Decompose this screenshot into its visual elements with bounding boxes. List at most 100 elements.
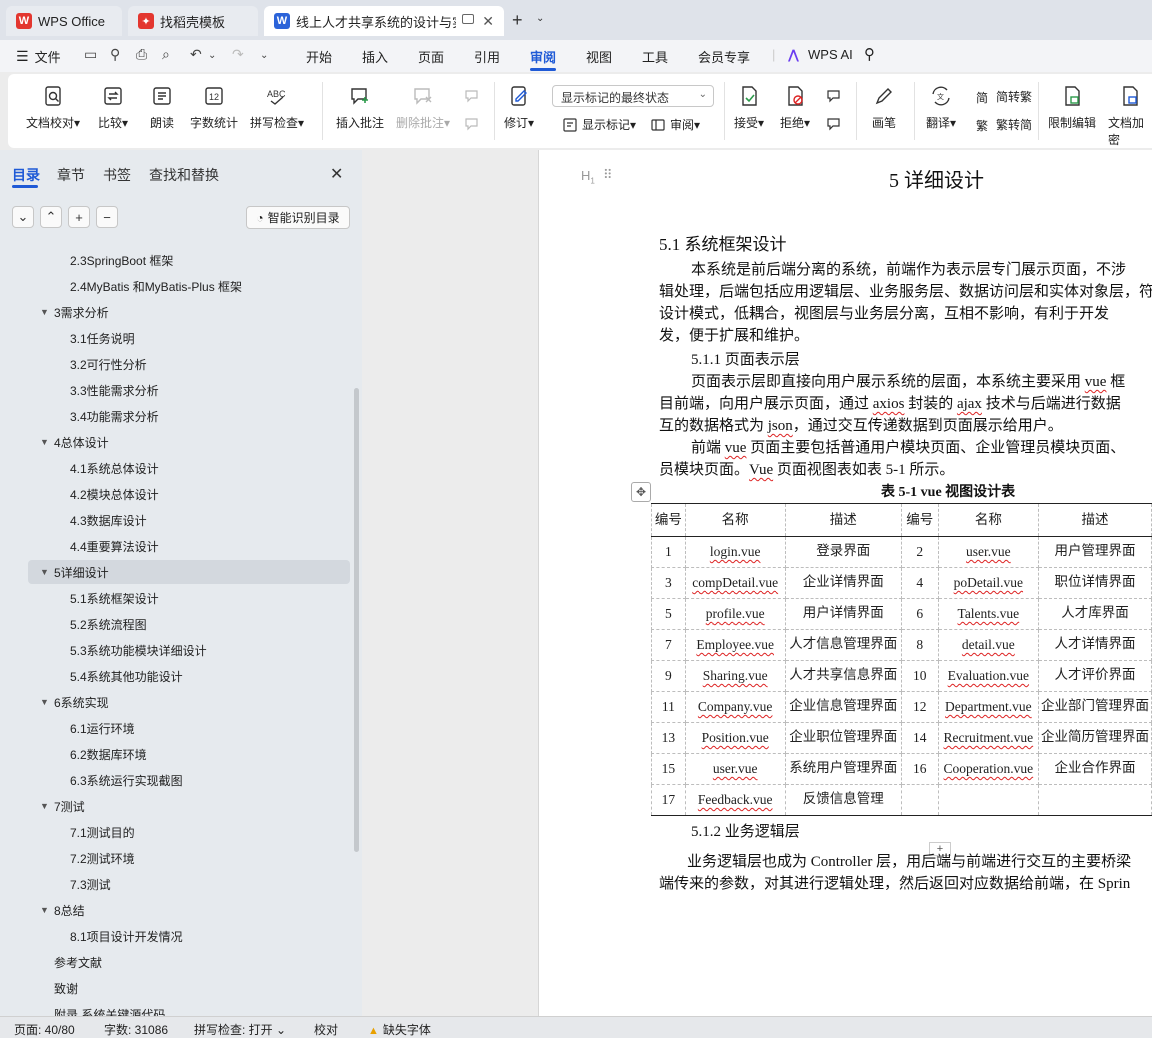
translate-button[interactable]: 文 翻译▾ <box>926 84 956 131</box>
table-cell[interactable]: 10 <box>900 660 939 692</box>
menu-reference[interactable]: 引用 <box>474 47 500 66</box>
table-cell[interactable]: 企业职位管理界面 <box>784 722 902 754</box>
file-menu[interactable]: ☰ 文件 <box>16 47 61 66</box>
to-traditional-button[interactable]: 简 简转繁 <box>976 88 1032 105</box>
nav-tab-chapters[interactable]: 章节 <box>57 165 85 185</box>
new-tab-plus-icon[interactable]: + <box>512 10 523 31</box>
table-move-handle-icon[interactable]: ✥ <box>631 482 651 502</box>
table-cell[interactable]: Position.vue <box>684 722 786 754</box>
remove-heading-icon[interactable]: − <box>96 206 118 228</box>
save-icon[interactable]: ▭ <box>84 46 97 63</box>
menu-page[interactable]: 页面 <box>418 47 444 66</box>
toc-item[interactable]: ▼ 5详细设计 <box>28 560 350 584</box>
table-header-cell[interactable]: 描述 <box>784 503 902 537</box>
table-cell[interactable]: Evaluation.vue <box>937 660 1039 692</box>
table-cell[interactable] <box>1037 784 1152 816</box>
collapse-all-icon[interactable]: ⌄ <box>12 206 34 228</box>
undo-icon[interactable]: ↶ <box>190 46 202 63</box>
table-cell[interactable]: 企业详情界面 <box>784 567 902 599</box>
toc-item[interactable]: 7.1测试目的 <box>0 820 354 844</box>
table-cell[interactable]: Cooperation.vue <box>937 753 1039 785</box>
drag-handle-icon[interactable]: ⠿ <box>603 167 612 183</box>
prev-change-icon[interactable] <box>826 88 846 104</box>
table-cell[interactable]: 14 <box>900 722 939 754</box>
toc-item[interactable]: 4.2模块总体设计 <box>0 482 354 506</box>
expand-up-icon[interactable]: ⌃ <box>40 206 62 228</box>
nav-tab-bookmarks[interactable]: 书签 <box>103 165 131 185</box>
menu-start[interactable]: 开始 <box>306 47 332 66</box>
expand-arrow-icon[interactable]: ▼ <box>40 307 49 317</box>
toc-item[interactable]: 5.2系统流程图 <box>0 612 354 636</box>
toc-item[interactable]: 8.1项目设计开发情况 <box>0 924 354 948</box>
close-icon[interactable]: ✕ <box>482 13 494 30</box>
review-pane-button[interactable]: 审阅 ▾ <box>650 116 700 133</box>
menu-view[interactable]: 视图 <box>586 47 612 66</box>
table-cell[interactable] <box>900 784 939 816</box>
more-dropdown-icon[interactable]: ⌄ <box>260 50 268 61</box>
close-icon[interactable]: ✕ <box>330 164 343 184</box>
menu-member[interactable]: 会员专享 <box>698 47 750 66</box>
reject-button[interactable]: 拒绝▾ <box>780 84 810 131</box>
menu-review[interactable]: 审阅 <box>530 47 556 66</box>
prev-comment-icon[interactable] <box>464 88 484 104</box>
table-cell[interactable]: poDetail.vue <box>937 567 1039 599</box>
table-cell[interactable]: 8 <box>900 629 939 661</box>
table-cell[interactable]: Recruitment.vue <box>937 722 1039 754</box>
smart-toc-button[interactable]: ◔ 智能识别目录 <box>246 206 350 229</box>
next-comment-icon[interactable] <box>464 116 484 132</box>
toc-item[interactable]: 5.3系统功能模块详细设计 <box>0 638 354 662</box>
table-cell[interactable]: 登录界面 <box>784 536 902 568</box>
proofread-indicator[interactable]: 校对 <box>314 1021 338 1038</box>
expand-arrow-icon[interactable]: ▼ <box>40 801 49 811</box>
table-cell[interactable]: 12 <box>900 691 939 723</box>
toc-item[interactable]: 附录 系统关键源代码 <box>0 1002 354 1017</box>
document-page[interactable]: H1 ⠿ 5 详细设计 5.1 系统框架设计 本系统是前后端分离的系统，前端作为… <box>538 150 1152 1016</box>
toc-item[interactable]: 4.3数据库设计 <box>0 508 354 532</box>
toc-item[interactable]: 3.2可行性分析 <box>0 352 354 376</box>
toc-item[interactable]: 3.3性能需求分析 <box>0 378 354 402</box>
table-cell[interactable]: Talents.vue <box>937 598 1039 630</box>
spell-check-button[interactable]: ABC 拼写检查▾ <box>250 84 304 131</box>
menu-insert[interactable]: 插入 <box>362 47 388 66</box>
table-cell[interactable]: Employee.vue <box>684 629 786 661</box>
table-cell[interactable]: 企业简历管理界面 <box>1037 722 1152 754</box>
expand-arrow-icon[interactable]: ▼ <box>40 567 49 577</box>
show-markup-button[interactable]: 显示标记 ▾ <box>562 116 636 133</box>
table-cell[interactable]: 16 <box>900 753 939 785</box>
spell-check-indicator[interactable]: 拼写检查: 打开 ⌄ <box>194 1021 286 1038</box>
table-cell[interactable]: 13 <box>651 722 686 754</box>
table-cell[interactable]: login.vue <box>684 536 786 568</box>
redo-icon[interactable]: ↷ <box>232 46 244 63</box>
toc-item[interactable]: 致谢 <box>0 976 354 1000</box>
read-aloud-button[interactable]: 朗读 <box>150 84 174 131</box>
missing-font-indicator[interactable]: ▲ 缺失字体 <box>368 1021 431 1038</box>
menu-tools[interactable]: 工具 <box>642 47 668 66</box>
table-cell[interactable]: detail.vue <box>937 629 1039 661</box>
vue-view-table[interactable]: 编号 名称 描述 编号 名称 描述 1 login.vue 登录界面 2 user.vue 用户管理界… <box>651 503 1152 816</box>
toc-item[interactable]: ▼ 7测试 <box>0 794 354 818</box>
table-cell[interactable]: 15 <box>651 753 686 785</box>
table-cell[interactable]: 3 <box>651 567 686 599</box>
table-cell[interactable]: profile.vue <box>684 598 786 630</box>
markup-mode-select[interactable]: 显示标记的最终状态 ⌄ <box>552 85 714 107</box>
toc-item[interactable]: 参考文献 <box>0 950 354 974</box>
restrict-edit-button[interactable]: 限制编辑 <box>1048 84 1096 131</box>
tab-docer-templates[interactable]: ✦ 找稻壳模板 <box>128 6 258 36</box>
toc-item[interactable]: ▼ 3需求分析 <box>0 300 354 324</box>
toc-item[interactable]: 7.3测试 <box>0 872 354 896</box>
expand-arrow-icon[interactable]: ▼ <box>40 905 49 915</box>
table-cell[interactable]: 17 <box>651 784 686 816</box>
table-cell[interactable]: 用户详情界面 <box>784 598 902 630</box>
table-cell[interactable]: 企业部门管理界面 <box>1037 691 1152 723</box>
table-cell[interactable]: Sharing.vue <box>684 660 786 692</box>
table-cell[interactable]: compDetail.vue <box>684 567 786 599</box>
toc-item[interactable]: 4.1系统总体设计 <box>0 456 354 480</box>
toc-item[interactable]: 5.1系统框架设计 <box>0 586 354 610</box>
print-preview-icon[interactable]: ⌕ <box>162 46 170 63</box>
table-cell[interactable]: 人才信息管理界面 <box>784 629 902 661</box>
toc-scrollbar[interactable] <box>354 388 359 852</box>
table-cell[interactable]: 人才评价界面 <box>1037 660 1152 692</box>
accept-button[interactable]: 接受▾ <box>734 84 764 131</box>
chevron-down-icon[interactable]: ⌄ <box>536 13 544 24</box>
table-header-cell[interactable]: 编号 <box>900 503 939 537</box>
